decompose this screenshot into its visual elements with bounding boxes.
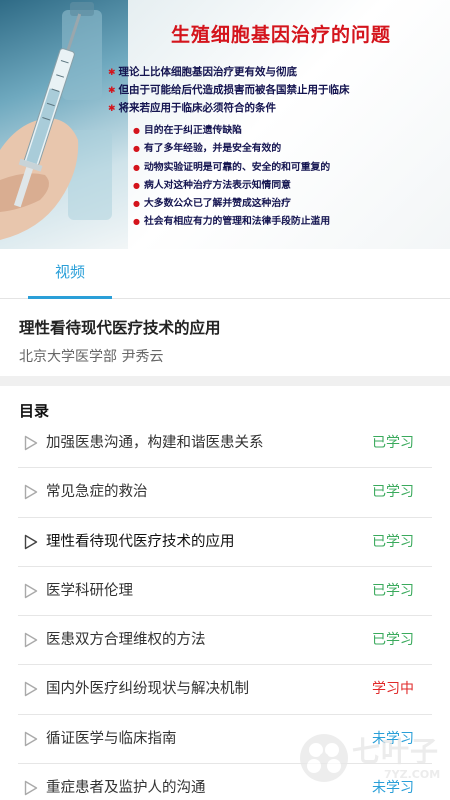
play-icon bbox=[24, 583, 38, 599]
list-item[interactable]: 常见急症的救治 已学习 bbox=[18, 468, 432, 518]
play-icon bbox=[24, 485, 38, 500]
section-divider bbox=[0, 376, 450, 386]
syringe-photo bbox=[0, 0, 128, 249]
lesson-status: 已学习 bbox=[372, 533, 414, 550]
watermark-logo: 七叶子 7YZ.COM bbox=[296, 728, 441, 794]
slide-sub-bullet: ● 动物实验证明是可靠的、安全的和可重复的 bbox=[133, 161, 331, 173]
lesson-title: 医患双方合理维权的方法 bbox=[46, 632, 206, 649]
lesson-title: 加强医患沟通，构建和谐医患关系 bbox=[46, 435, 264, 451]
watermark-text: 七叶子 bbox=[352, 735, 440, 768]
play-icon bbox=[24, 780, 38, 796]
catalog-title: 目录 bbox=[19, 402, 50, 420]
video-player[interactable]: 生殖细胞基因治疗的问题 ✱ 理论上比体细胞基因治疗更有效与彻底 ✱ 但由于可能给后代… bbox=[0, 0, 450, 249]
lesson-title: 循证医学与临床指南 bbox=[46, 730, 177, 747]
tab-video-label: 视频 bbox=[54, 263, 85, 281]
tab-active-indicator bbox=[28, 296, 112, 299]
slide-bullet: ✱ 理论上比体细胞基因治疗更有效与彻底 bbox=[108, 66, 298, 78]
list-item[interactable]: 医学科研伦理 已学习 bbox=[18, 567, 432, 617]
play-icon bbox=[24, 682, 38, 697]
play-icon bbox=[24, 435, 38, 451]
tab-bar: 视频 bbox=[0, 249, 450, 299]
tab-video[interactable]: 视频 bbox=[28, 249, 112, 299]
lesson-status: 已学习 bbox=[372, 435, 414, 451]
slide-sub-bullet: ● 社会有相应有力的管理和法律手段防止滥用 bbox=[133, 216, 331, 228]
play-icon bbox=[24, 731, 38, 746]
slide-bullets: ✱ 理论上比体细胞基因治疗更有效与彻底 ✱ 但由于可能给后代造成损害而被各国禁止用于… bbox=[108, 63, 442, 117]
list-item-current[interactable]: 理性看待现代医疗技术的应用 已学习 bbox=[18, 518, 432, 567]
slide-title: 生殖细胞基因治疗的问题 bbox=[170, 24, 391, 46]
course-author: 北京大学医学部 尹秀云 bbox=[19, 349, 164, 365]
course-info: 理性看待现代医疗技术的应用 北京大学医学部 尹秀云 bbox=[0, 300, 450, 376]
slide-bullet: ✱ 将来若应用于临床必须符合的条件 bbox=[108, 102, 277, 114]
list-item[interactable]: 医患双方合理维权的方法 已学习 bbox=[18, 616, 432, 666]
slide-sub-bullet: ● 病人对这种治疗方法表示知情同意 bbox=[133, 179, 291, 191]
slide-sub-bullet: ● 有了多年经验，并是安全有效的 bbox=[133, 143, 282, 155]
watermark-sub: 7YZ.COM bbox=[384, 768, 441, 781]
lesson-status: 已学习 bbox=[372, 484, 414, 501]
lesson-title: 常见急症的救治 bbox=[46, 484, 148, 501]
lesson-title: 医学科研伦理 bbox=[46, 582, 133, 599]
list-item[interactable]: 国内外医疗纠纷现状与解决机制 学习中 bbox=[18, 665, 432, 715]
lesson-status: 学习中 bbox=[372, 681, 414, 698]
lesson-status: 已学习 bbox=[372, 582, 414, 599]
lesson-title: 重症患者及监护人的沟通 bbox=[46, 780, 206, 797]
course-title: 理性看待现代医疗技术的应用 bbox=[19, 319, 221, 337]
slide-sub-bullets: ● 目的在于纠正遗传缺陷 ● 有了多年经验，并是安全有效的 ● 动物实验证明是可靠的、… bbox=[133, 122, 443, 232]
leaf-icon bbox=[300, 734, 348, 782]
play-icon bbox=[24, 534, 38, 549]
play-icon bbox=[24, 632, 38, 648]
lesson-title: 国内外医疗纠纷现状与解决机制 bbox=[46, 681, 249, 698]
lesson-title: 理性看待现代医疗技术的应用 bbox=[46, 533, 235, 550]
list-item[interactable]: 加强医患沟通，构建和谐医患关系 已学习 bbox=[18, 419, 432, 469]
lesson-status: 已学习 bbox=[372, 632, 414, 649]
slide-sub-bullet: ● 目的在于纠正遗传缺陷 bbox=[133, 125, 242, 136]
slide-sub-bullet: ● 大多数公众已了解并赞成这种治疗 bbox=[133, 198, 291, 210]
slide-bullet: ✱ 但由于可能给后代造成损害而被各国禁止用于临床 bbox=[108, 84, 350, 96]
